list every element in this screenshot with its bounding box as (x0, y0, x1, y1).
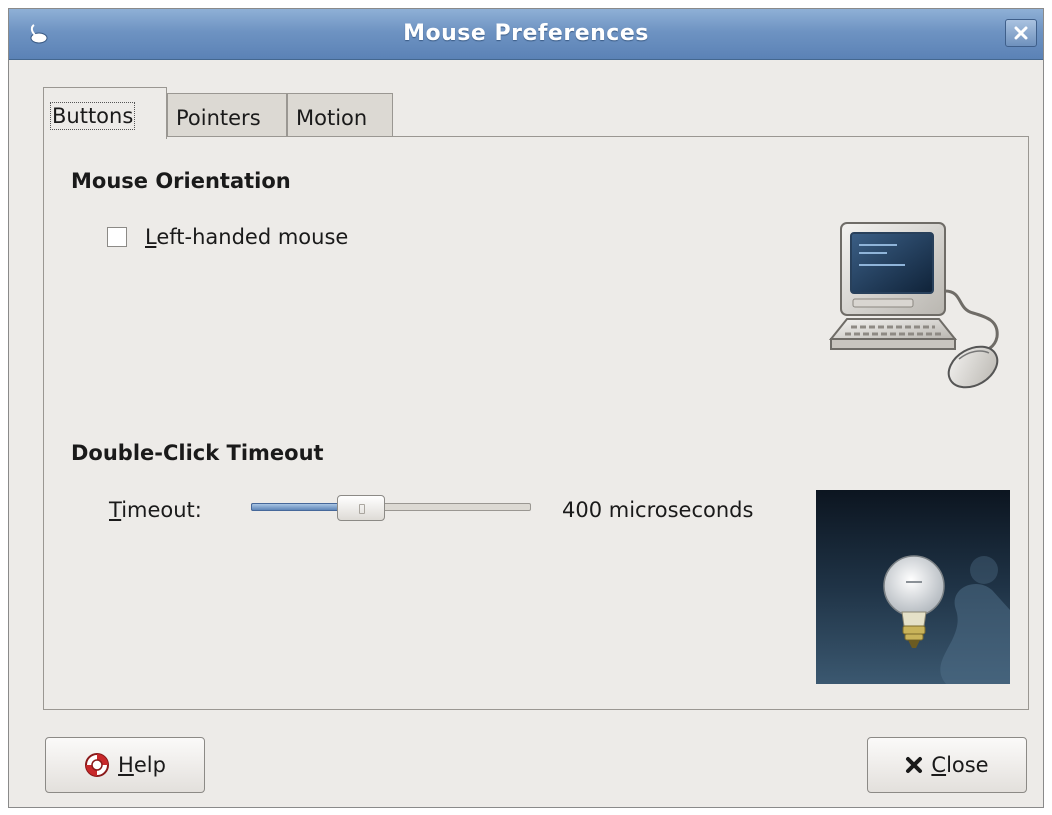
window-title: Mouse Preferences (403, 21, 649, 46)
tab-pointers[interactable]: Pointers (167, 93, 287, 137)
mouse-orientation-heading: Mouse Orientation (71, 169, 291, 193)
tab-buttons[interactable]: Buttons (43, 87, 167, 139)
lightbulb-illustration (816, 490, 1010, 684)
tab-pointers-label: Pointers (176, 106, 261, 130)
close-button[interactable]: Close (867, 737, 1027, 793)
left-handed-mouse-checkbox[interactable] (107, 227, 127, 247)
help-button[interactable]: Help (45, 737, 205, 793)
timeout-slider[interactable] (251, 495, 533, 521)
close-x-icon (1014, 26, 1028, 40)
tab-motion-label: Motion (296, 106, 368, 130)
tab-motion[interactable]: Motion (287, 93, 393, 137)
close-x-icon (906, 757, 923, 773)
tab-buttons-label: Buttons (49, 102, 136, 130)
computer-mouse-illustration (828, 222, 999, 389)
timeout-value: 400 microseconds (562, 498, 754, 522)
slider-thumb[interactable] (337, 495, 385, 521)
left-handed-mouse-label: Left-handed mouse (145, 225, 349, 249)
window-close-button[interactable] (1005, 19, 1037, 47)
close-button-label: Close (931, 753, 989, 777)
left-handed-mouse-checkbox-row[interactable]: Left-handed mouse (107, 225, 348, 249)
help-lifebuoy-icon (85, 753, 110, 777)
mouse-preferences-window: Mouse Preferences Buttons Pointers Motio… (8, 8, 1044, 808)
help-button-label: Help (118, 753, 166, 777)
double-click-timeout-heading: Double-Click Timeout (71, 441, 324, 465)
title-bar[interactable]: Mouse Preferences (9, 9, 1043, 60)
timeout-label: Timeout: (109, 498, 202, 522)
